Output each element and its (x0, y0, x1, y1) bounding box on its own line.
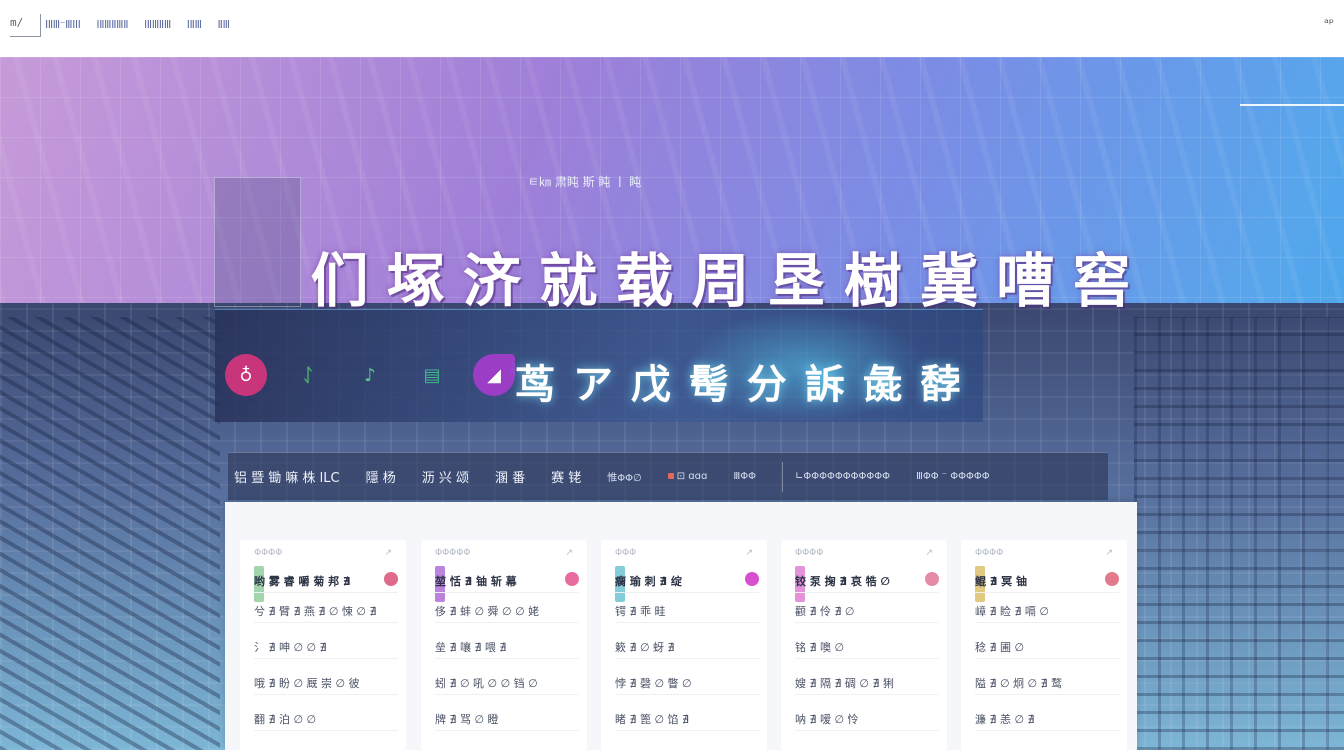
card-header-label: ΦΦΦΦ (795, 548, 824, 558)
hero-title: 们 塚 济 就 载 周 垦 樹 冀 嘈 窖 (310, 246, 1131, 315)
card-header: ΦΦΦΦΦ ↗ (435, 548, 573, 562)
hero-accent-line (1240, 104, 1344, 106)
banner-title: 茑 ア 戊 髩 分 訴 彘 馞 (515, 362, 963, 408)
card-row[interactable]: 嶂 ∄ 睑 ∄ 嗝 ∅ (975, 600, 1119, 623)
logo-text: m/ (10, 16, 24, 29)
card-row[interactable]: 睹 ∄ 篦 ∅ 馅 ∄ (615, 708, 759, 731)
card-row[interactable]: 哟 雾 睿 嚼 菊 邦 ∄ (254, 570, 398, 593)
card-row[interactable]: 锷 ∄ 乖 畦 (615, 600, 759, 623)
card-row[interactable]: 鲲 ∄ 冥 铀 (975, 570, 1119, 593)
card-row[interactable]: 颧 ∄ 伶 ∄ ∅ (795, 600, 939, 623)
card-row[interactable]: 簌 ∄ ∅ 蚜 ∄ (615, 636, 759, 659)
card-header-label: ΦΦΦΦ (975, 548, 1004, 558)
card-row[interactable]: 隘 ∄ ∅ 炯 ∅ ∄ 鹜 (975, 672, 1119, 695)
tab-3[interactable]: 沥 兴 颂 (422, 467, 469, 486)
external-link-icon[interactable]: ↗ (1105, 548, 1113, 562)
flask-icon[interactable]: ♪ (349, 354, 391, 396)
card-row[interactable]: 濂 ∄ 恙 ∅ ∄ (975, 708, 1119, 731)
card-row[interactable]: 铭 ∄ 噢 ∅ (795, 636, 939, 659)
top-nav: ⅠⅡⅢ⁻ⅢⅠⅠⅠ ⅠⅡⅢⅡⅢⅡ ⅠⅡⅢⅡⅢ ⅠⅡⅢ ⅡⅢ (45, 18, 230, 31)
card-row[interactable]: 稔 ∄ 圃 ∅ (975, 636, 1119, 659)
card[interactable]: ΦΦΦΦ ↗ 哟 雾 睿 嚼 菊 邦 ∄ 兮 ∄ 臂 ∄ 燕 ∄ ∅ 悚 ∅ ∄ … (240, 540, 406, 750)
cards-panel: ΦΦΦΦ ↗ 哟 雾 睿 嚼 菊 邦 ∄ 兮 ∄ 臂 ∄ 燕 ∄ ∅ 悚 ∅ ∄ … (225, 502, 1137, 750)
city-illustration-right (1134, 317, 1344, 750)
card-row[interactable]: 翻 ∄ 泊 ∅ ∅ (254, 708, 398, 731)
card-header-label: ΦΦΦΦΦ (435, 548, 471, 558)
hero-decor-box (214, 177, 301, 307)
card-row[interactable]: 哦 ∄ 盼 ∅ 厩 崇 ∅ 彼 (254, 672, 398, 695)
card-header: ΦΦΦΦ ↗ (975, 548, 1113, 562)
card-header: ΦΦΦΦ ↗ (795, 548, 933, 562)
top-navbar: m/ ⅠⅡⅢ⁻ⅢⅠⅠⅠ ⅠⅡⅢⅡⅢⅡ ⅠⅡⅢⅡⅢ ⅠⅡⅢ ⅡⅢ ᵃᵖ (0, 0, 1344, 58)
card-row[interactable]: 堃 恬 ∄ 铀 斩 幕 (435, 570, 579, 593)
nav-item-5[interactable]: ⅡⅢ (218, 18, 231, 31)
tab-7-label: ⊡ ɑɑɑ (676, 471, 708, 482)
corner-menu-icon[interactable]: ᵃᵖ (1324, 16, 1334, 30)
card-row[interactable]: 铰 泵 掬 ∄ 哀 牿 ∅ (795, 570, 939, 593)
hero-section: 们 塚 济 就 载 周 垦 樹 冀 嘈 窖 ♁ ᛇ ♪ ▤ ◢ 茑 ア 戊 髩 … (0, 57, 1344, 750)
card[interactable]: ΦΦΦΦΦ ↗ 堃 恬 ∄ 铀 斩 幕 侈 ∄ 蚌 ∅ 舜 ∅ ∅ 姥 垒 ∄ 嚷… (421, 540, 587, 750)
site-logo[interactable]: m/ (10, 14, 41, 37)
card-row[interactable]: 呐 ∄ 嗳 ∅ 怜 (795, 708, 939, 731)
card[interactable]: ΦΦΦ ↗ 瘸 瑜 刺 ∄ 绽 锷 ∄ 乖 畦 簌 ∄ ∅ 蚜 ∄ 悖 ∄ 磬 ∅… (601, 540, 767, 750)
tab-8[interactable]: ⅢΦΦ (733, 471, 756, 482)
tab-9[interactable]: ∟ΦΦΦΦΦΦΦΦΦΦΦ (795, 471, 890, 482)
nav-item-3[interactable]: ⅠⅡⅢⅡⅢ (144, 18, 171, 31)
nav-item-1[interactable]: ⅠⅡⅢ⁻ⅢⅠⅠⅠ (45, 18, 81, 31)
tab-divider (781, 461, 783, 492)
card[interactable]: ΦΦΦΦ ↗ 鲲 ∄ 冥 铀 嶂 ∄ 睑 ∄ 嗝 ∅ 稔 ∄ 圃 ∅ 隘 ∄ ∅ … (961, 540, 1127, 750)
card-header: ΦΦΦ ↗ (615, 548, 753, 562)
nav-item-4[interactable]: ⅠⅡⅢ (187, 18, 202, 31)
product-banner: ♁ ᛇ ♪ ▤ ◢ 茑 ア 戊 髩 分 訴 彘 馞 (215, 309, 983, 422)
tab-4[interactable]: 溷 番 (495, 467, 525, 486)
book-icon[interactable]: ▤ (411, 354, 453, 396)
tab-5[interactable]: 赛 铑 (551, 467, 581, 486)
card-row[interactable]: 牌 ∄ 骂 ∅ 瞪 (435, 708, 579, 731)
external-link-icon[interactable]: ↗ (384, 548, 392, 562)
ring-icon[interactable]: ♁ (225, 354, 267, 396)
external-link-icon[interactable]: ↗ (565, 548, 573, 562)
card-header-label: ΦΦΦΦ (254, 548, 283, 558)
card-row[interactable]: 悖 ∄ 磬 ∅ 瞥 ∅ (615, 672, 759, 695)
brush-icon[interactable]: ◢ (473, 354, 515, 396)
card-row[interactable]: 兮 ∄ 臂 ∄ 燕 ∄ ∅ 悚 ∅ ∄ (254, 600, 398, 623)
card[interactable]: ΦΦΦΦ ↗ 铰 泵 掬 ∄ 哀 牿 ∅ 颧 ∄ 伶 ∄ ∅ 铭 ∄ 噢 ∅ 嫂 … (781, 540, 947, 750)
banner-subtitle: ㅌ㎞ 肃盹 斯 盹 ㅣ 盹 (528, 175, 642, 189)
external-link-icon[interactable]: ↗ (745, 548, 753, 562)
status-dot-icon (667, 473, 674, 479)
card-row[interactable]: 侈 ∄ 蚌 ∅ 舜 ∅ ∅ 姥 (435, 600, 579, 623)
card-row[interactable]: 瘸 瑜 刺 ∄ 绽 (615, 570, 759, 593)
tab-7[interactable]: ⊡ ɑɑɑ (667, 471, 708, 482)
category-tab-bar: 铝 暨 锄 嘛 株 lLC 隱 杨 沥 兴 颂 溷 番 赛 铑 惟ΦΦ∅ ⊡ ɑ… (228, 452, 1108, 500)
tab-2[interactable]: 隱 杨 (366, 467, 396, 486)
external-link-icon[interactable]: ↗ (925, 548, 933, 562)
tab-1[interactable]: 铝 暨 锄 嘛 株 lLC (234, 467, 340, 486)
card-row[interactable]: 蚓 ∄ ∅ 吼 ∅ ∅ 铛 ∅ (435, 672, 579, 695)
card-row[interactable]: 垒 ∄ 嚷 ∄ 喂 ∄ (435, 636, 579, 659)
banner-icon-row: ♁ ᛇ ♪ ▤ ◢ (225, 354, 515, 396)
nav-item-2[interactable]: ⅠⅡⅢⅡⅢⅡ (96, 18, 128, 31)
card-header: ΦΦΦΦ ↗ (254, 548, 392, 562)
card-row[interactable]: 氵 ∄ 呻 ∅ ∅ ∄ (254, 636, 398, 659)
leaf-icon[interactable]: ᛇ (287, 354, 329, 396)
card-row[interactable]: 嫂 ∄ 隔 ∄ 碉 ∅ ∄ 猁 (795, 672, 939, 695)
tab-10[interactable]: ⅢΦΦ ⁻ ΦΦΦΦΦ (916, 471, 990, 482)
card-header-label: ΦΦΦ (615, 548, 637, 558)
city-illustration-left (0, 317, 220, 750)
tab-6[interactable]: 惟ΦΦ∅ (607, 469, 641, 484)
